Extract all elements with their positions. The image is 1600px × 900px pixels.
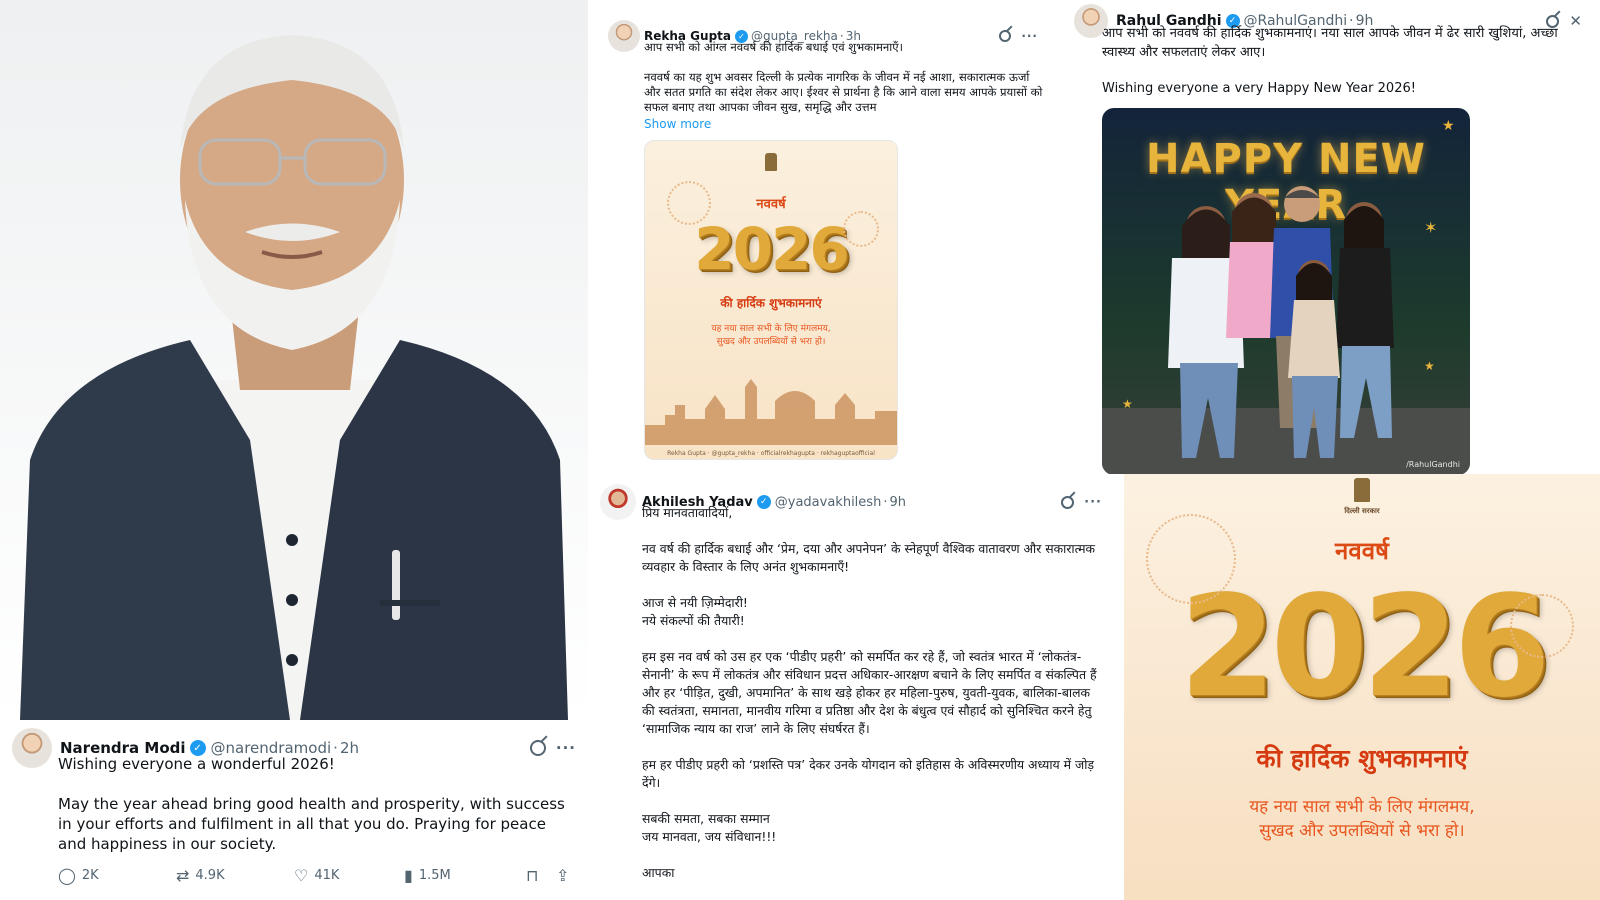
modi-tweet[interactable]: Narendra Modi ✓ @narendramodi · 2h ··· W…	[0, 720, 588, 900]
card-message: यह नया साल सभी के लिए मंगलमय, सुखद और उप…	[1249, 797, 1475, 841]
card-message: यह नया साल सभी के लिए मंगलमय, सुखद और उप…	[711, 324, 831, 347]
show-more-link[interactable]: Show more	[644, 117, 1046, 131]
tweet-text: आप सभी को आंग्ल नववर्ष की हार्दिक बधाई ए…	[644, 40, 1046, 115]
firework-decoration	[843, 211, 879, 247]
more-icon[interactable]: ···	[1021, 29, 1038, 43]
grok-icon[interactable]	[1546, 14, 1560, 28]
avatar[interactable]	[600, 484, 636, 520]
group-photo-illustration: ★ ✶ ★ ★	[1102, 118, 1470, 474]
tweet-line: Wishing everyone a wonderful 2026!	[58, 755, 335, 773]
tweet-paragraph: हम हर पीडीए प्रहरी को ‘प्रशस्ति पत्र’ दे…	[642, 757, 1095, 790]
tweet-paragraph: सबकी समता, सबका सम्मान जय मानवता, जय संव…	[642, 811, 777, 844]
timestamp[interactable]: 9h	[889, 495, 906, 510]
rekha-gupta-tweet[interactable]: Rekha Gupta ✓ @gupta_rekha · 3h ··· आप स…	[596, 8, 1056, 470]
firework-decoration	[667, 181, 711, 225]
new-year-photo[interactable]: HAPPY NEW YEAR ★ ✶ ★ ★	[1102, 108, 1470, 474]
tweet-line: Wishing everyone a very Happy New Year 2…	[1102, 81, 1416, 96]
emblem-icon	[765, 153, 777, 171]
tweet-paragraph: हम इस नव वर्ष को उस हर एक ‘पीडीए प्रहरी’…	[642, 649, 1097, 736]
repost-button[interactable]: ⇄ 4.9K	[176, 866, 294, 885]
skyline-illustration	[645, 379, 897, 445]
modi-portrait-photo	[0, 0, 588, 720]
reply-icon: ◯	[58, 866, 76, 885]
separator: ·	[883, 494, 888, 510]
emblem	[1124, 478, 1600, 506]
repost-icon: ⇄	[176, 866, 190, 885]
grok-icon[interactable]	[1061, 495, 1075, 509]
card-subtitle: की हार्दिक शुभकामनाएं	[1256, 744, 1468, 773]
repost-count: 4.9K	[195, 868, 225, 883]
view-count: 1.5M	[418, 868, 451, 883]
timestamp[interactable]: 2h	[340, 739, 359, 757]
emblem	[645, 153, 897, 174]
firework-decoration	[1146, 514, 1236, 604]
more-icon[interactable]: ···	[556, 739, 576, 757]
greeting-card-image[interactable]: नववर्ष 2026 की हार्दिक शुभकामनाएं यह नया…	[644, 140, 898, 460]
tweet-paragraph: May the year ahead bring good health and…	[58, 795, 565, 853]
tweet-text: प्रिय मानवतावादियों, नव वर्ष की हार्दिक …	[642, 504, 1104, 882]
tweet-paragraph: नव वर्ष की हार्दिक बधाई और ‘प्रेम, दया औ…	[642, 541, 1096, 574]
close-icon[interactable]: ✕	[1569, 12, 1582, 30]
tweet-text: आप सभी को नववर्ष की हार्दिक शुभकामनाएं। …	[1102, 24, 1582, 98]
portrait-illustration	[20, 35, 568, 720]
tweet-paragraph: नववर्ष का यह शुभ अवसर दिल्ली के प्रत्येक…	[644, 70, 1043, 114]
tweet-paragraph: आप सभी को नववर्ष की हार्दिक शुभकामनाएं। …	[1102, 26, 1558, 60]
emblem-icon	[1354, 478, 1370, 502]
grok-icon[interactable]	[529, 740, 546, 756]
avatar[interactable]	[608, 20, 640, 52]
reply-button[interactable]: ◯ 2K	[58, 866, 176, 885]
bookmark-icon: ⊓	[526, 866, 539, 885]
bookmark-button[interactable]: ⊓	[526, 866, 556, 885]
svg-text:✶: ✶	[1424, 218, 1437, 237]
photo-credit: /RahulGandhi	[1406, 460, 1460, 469]
like-button[interactable]: ♡ 41K	[294, 866, 404, 885]
akhilesh-yadav-tweet[interactable]: Akhilesh Yadav ✓ @yadavakhilesh · 9h ···…	[590, 476, 1114, 900]
tweet-paragraph: आज से नयी ज़िम्मेदारी! नये संकल्पों की त…	[642, 595, 748, 628]
verified-icon: ✓	[756, 495, 771, 509]
avatar[interactable]	[12, 728, 52, 768]
share-button[interactable]: ⇪	[556, 866, 569, 885]
tweet-actions: ◯ 2K ⇄ 4.9K ♡ 41K ▮ 1.5M ⊓ ⇪	[58, 866, 576, 885]
card-footer: Rekha Gupta · @gupta_rekha · officialrek…	[667, 450, 875, 457]
rahul-gandhi-tweet[interactable]: Rahul Gandhi ✓ @RahulGandhi · 9h ✕ आप सभ…	[1058, 0, 1600, 474]
tweet-line: आप सभी को आंग्ल नववर्ष की हार्दिक बधाई ए…	[644, 40, 903, 54]
delhi-govt-greeting-card: दिल्ली सरकार नववर्ष 2026 की हार्दिक शुभक…	[1124, 474, 1600, 900]
like-count: 41K	[314, 868, 340, 883]
tweet-paragraph: आपका	[642, 865, 675, 880]
firework-decoration	[1510, 594, 1574, 658]
reply-count: 2K	[81, 868, 99, 883]
more-icon[interactable]: ···	[1084, 495, 1102, 510]
grok-icon[interactable]	[999, 30, 1012, 42]
author-handle[interactable]: @yadavakhilesh	[775, 495, 882, 510]
card-subtitle: की हार्दिक शुभकामनाएं	[720, 296, 822, 310]
svg-text:★: ★	[1442, 118, 1455, 134]
views-icon: ▮	[404, 866, 413, 885]
views-button[interactable]: ▮ 1.5M	[404, 866, 526, 885]
tweet-text: Wishing everyone a wonderful 2026! May t…	[58, 754, 576, 854]
like-icon: ♡	[294, 866, 309, 885]
share-icon: ⇪	[556, 866, 570, 885]
svg-text:★: ★	[1424, 359, 1435, 373]
